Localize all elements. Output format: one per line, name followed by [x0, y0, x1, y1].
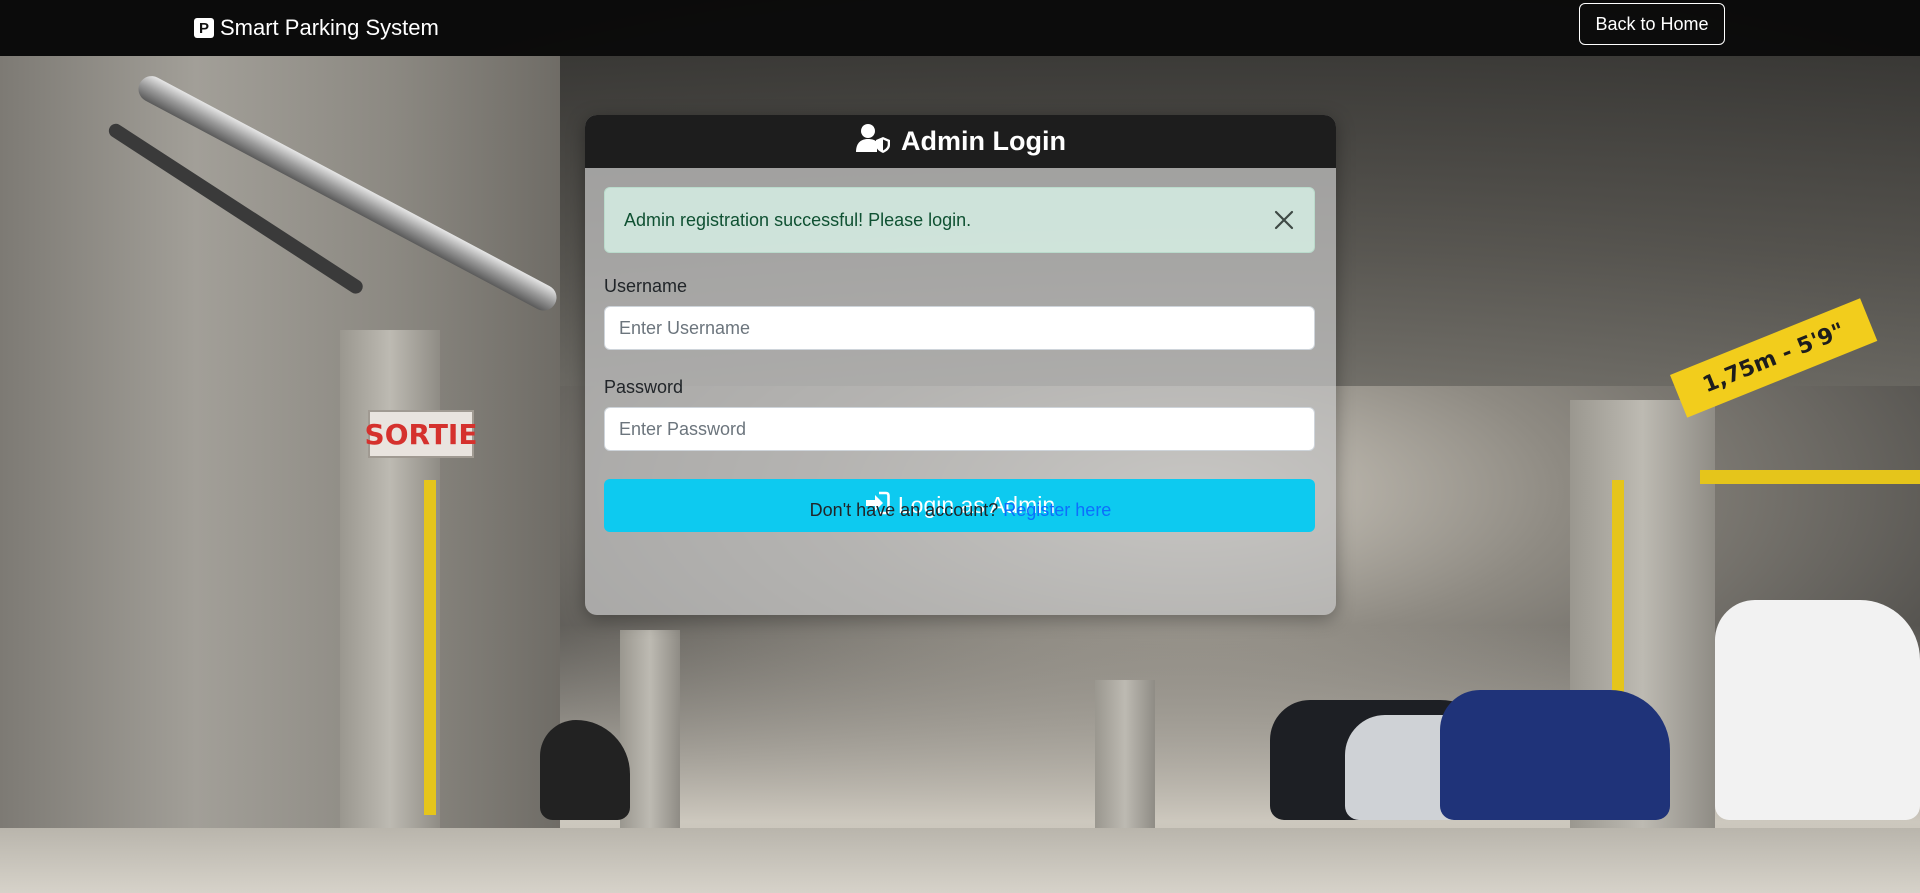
parking-icon: P: [194, 18, 214, 38]
admin-login-card: Admin Login Admin registration successfu…: [585, 115, 1336, 615]
register-prompt: Don't have an account? Register here: [585, 500, 1336, 521]
parked-car: [1715, 600, 1920, 820]
username-input[interactable]: [604, 306, 1315, 350]
card-title: Admin Login: [901, 126, 1066, 156]
register-link[interactable]: Register here: [1003, 500, 1111, 520]
garage-left-wall: [0, 56, 560, 846]
success-alert: Admin registration successful! Please lo…: [604, 187, 1315, 253]
back-to-home-button[interactable]: Back to Home: [1579, 3, 1725, 45]
register-prompt-text: Don't have an account?: [809, 500, 999, 520]
exit-sign: SORTIE: [365, 410, 477, 458]
ceiling-stripe: [1700, 470, 1920, 484]
parked-car: [540, 720, 630, 820]
garage-floor: [0, 828, 1920, 893]
pillar-stripe: [424, 480, 436, 815]
brand-link[interactable]: P Smart Parking System: [194, 12, 439, 44]
user-shield-icon: [855, 123, 891, 160]
parked-car: [1440, 690, 1670, 820]
alert-message: Admin registration successful! Please lo…: [624, 209, 972, 230]
password-input[interactable]: [604, 407, 1315, 451]
close-icon[interactable]: [1272, 208, 1296, 232]
garage-pillar: [1095, 680, 1155, 830]
password-label: Password: [604, 377, 684, 397]
brand-name: Smart Parking System: [220, 15, 439, 40]
card-header: Admin Login: [585, 115, 1336, 168]
username-label: Username: [604, 276, 688, 296]
top-navbar: P Smart Parking System Back to Home: [0, 0, 1920, 56]
